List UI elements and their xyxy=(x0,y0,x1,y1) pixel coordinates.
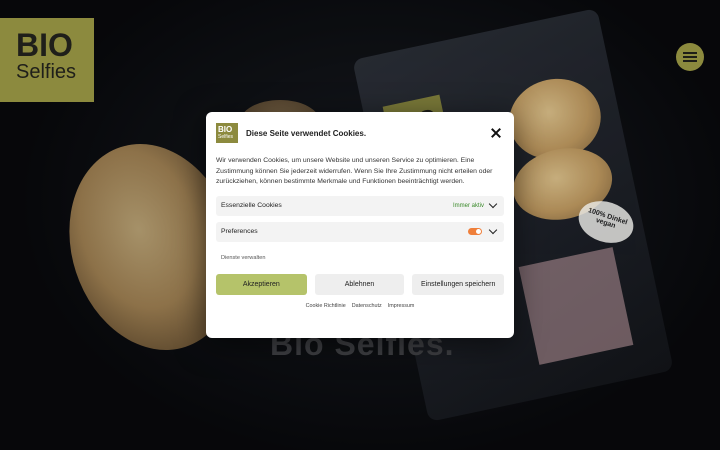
save-settings-button[interactable]: Einstellungen speichern xyxy=(412,273,505,295)
site-logo[interactable]: BIO Selfies xyxy=(0,18,94,102)
category-essential[interactable]: Essenzielle Cookies Immer aktiv xyxy=(216,195,504,216)
deny-button[interactable]: Ablehnen xyxy=(314,273,405,295)
hamburger-icon xyxy=(683,52,697,54)
preferences-toggle[interactable] xyxy=(468,228,482,235)
category-preferences[interactable]: Preferences xyxy=(216,221,504,242)
hamburger-icon-line xyxy=(683,56,697,58)
dialog-footer: Cookie Richtlinie Datenschutz Impressum xyxy=(216,303,504,309)
cookie-consent-dialog: BIO Selfies Diese Seite verwendet Cookie… xyxy=(206,112,514,338)
dialog-header: BIO Selfies Diese Seite verwendet Cookie… xyxy=(216,122,504,144)
package-label xyxy=(518,247,634,365)
logo-text-selfies: Selfies xyxy=(16,61,77,83)
chevron-down-icon[interactable] xyxy=(488,199,498,209)
close-icon[interactable] xyxy=(490,127,502,139)
dialog-logo: BIO Selfies xyxy=(216,123,238,143)
dialog-logo-selfies: Selfies xyxy=(218,134,234,140)
dialog-buttons: Akzeptieren Ablehnen Einstellungen speic… xyxy=(216,273,505,295)
privacy-link[interactable]: Datenschutz xyxy=(352,303,382,309)
imprint-link[interactable]: Impressum xyxy=(388,303,415,309)
cookie-policy-link[interactable]: Cookie Richtlinie xyxy=(306,303,346,309)
always-active-badge: Immer aktiv xyxy=(452,202,484,209)
manage-services-link[interactable]: Dienste verwalten xyxy=(221,255,504,261)
accept-button[interactable]: Akzeptieren xyxy=(216,273,307,295)
logo-text-bio: BIO xyxy=(16,27,73,63)
menu-button[interactable] xyxy=(676,43,704,71)
dialog-logo-bio: BIO xyxy=(218,125,233,134)
dialog-description: Wir verwenden Cookies, um unsere Website… xyxy=(216,157,493,185)
hamburger-icon-line xyxy=(683,60,697,62)
chevron-down-icon[interactable] xyxy=(488,225,498,235)
category-preferences-label: Preferences xyxy=(221,228,258,235)
dialog-title: Diese Seite verwendet Cookies. xyxy=(246,128,367,138)
category-essential-label: Essenzielle Cookies xyxy=(221,202,282,209)
